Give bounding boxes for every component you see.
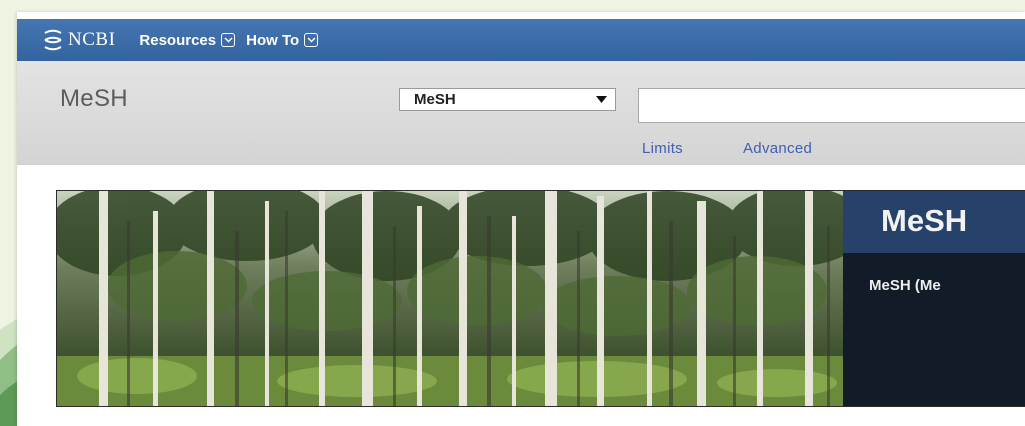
chevron-down-icon — [221, 33, 236, 47]
chevron-down-icon — [304, 33, 319, 47]
database-select[interactable]: MeSH — [399, 88, 616, 111]
ncbi-logo-text: NCBI — [68, 29, 116, 50]
database-title: MeSH — [60, 85, 128, 112]
forest-photo — [57, 191, 843, 406]
ncbi-helix-icon — [44, 29, 62, 51]
nav-resources-label: Resources — [139, 31, 217, 49]
banner-description: MeSH (Me — [869, 277, 941, 294]
database-select-value: MeSH — [414, 91, 456, 108]
browser-viewport: NCBI Resources How To MeSH MeSH Limits A… — [17, 12, 1025, 426]
mesh-banner: MeSH MeSH (Me — [56, 190, 1025, 407]
nav-how-to[interactable]: How To — [246, 31, 319, 49]
banner-info-panel: MeSH MeSH (Me — [843, 191, 1025, 406]
advanced-link[interactable]: Advanced — [743, 140, 812, 157]
ncbi-header-bar: NCBI Resources How To — [17, 19, 1025, 61]
banner-title-bar: MeSH — [843, 191, 1025, 253]
search-area: MeSH MeSH Limits Advanced — [17, 61, 1025, 165]
nav-resources[interactable]: Resources — [139, 31, 236, 49]
nav-how-to-label: How To — [246, 31, 300, 49]
search-input[interactable] — [638, 88, 1025, 123]
dropdown-arrow-icon — [596, 96, 607, 103]
banner-title: MeSH — [881, 203, 968, 238]
ncbi-logo[interactable]: NCBI — [42, 29, 115, 51]
limits-link[interactable]: Limits — [642, 140, 683, 157]
